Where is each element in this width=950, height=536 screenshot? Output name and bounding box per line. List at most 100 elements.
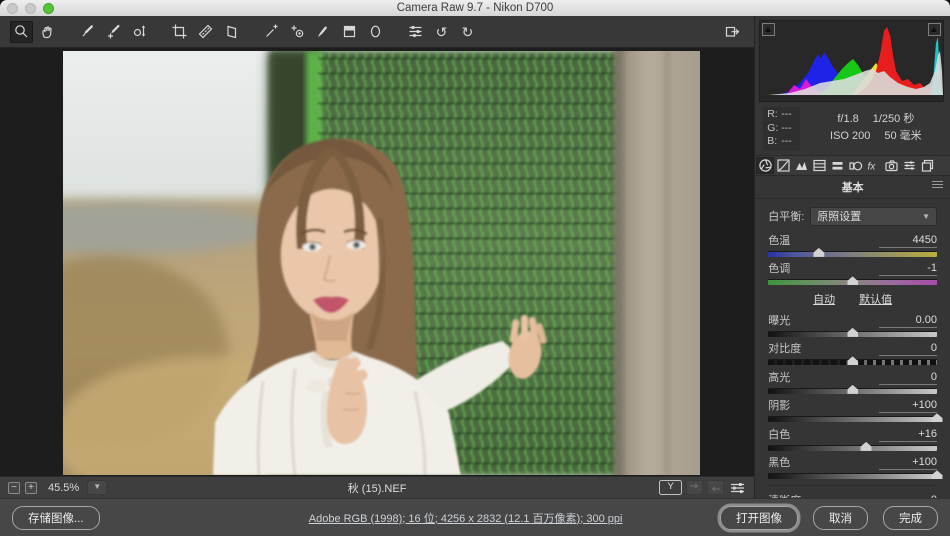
zoom-in-button[interactable]: + [25, 482, 37, 494]
toggle-fullscreen-icon[interactable] [721, 21, 744, 43]
slider-track-whites[interactable] [768, 445, 937, 451]
adjustments-panel: R:--- G:--- B:--- f/1.81/250 秒 ISO 20050… [754, 16, 950, 498]
chevron-down-icon: ▼ [922, 212, 930, 221]
slider-track-highlights[interactable] [768, 388, 937, 394]
tab-effects[interactable]: fx [864, 157, 882, 174]
zoom-select-chevron-icon[interactable]: ▼ [87, 480, 107, 495]
cancel-button[interactable]: 取消 [813, 506, 868, 530]
copy-settings-button[interactable] [707, 480, 724, 495]
straighten-tool-icon[interactable] [194, 21, 217, 43]
white-balance-select[interactable]: 原照设置 ▼ [810, 207, 937, 226]
slider-thumb-contrast[interactable] [847, 356, 858, 365]
slider-thumb-exposure[interactable] [847, 328, 858, 337]
slider-thumb-whites[interactable] [861, 442, 872, 451]
slider-label-highlights: 高光 [768, 372, 790, 385]
slider-value-contrast[interactable]: 0 [879, 342, 937, 356]
tab-snapshots[interactable] [918, 157, 936, 174]
slider-blacks: 黑色 +100 [768, 456, 937, 479]
slider-thumb-tint[interactable] [847, 276, 858, 285]
slider-value-exposure[interactable]: 0.00 [879, 314, 937, 328]
slider-highlights: 高光 0 [768, 371, 937, 394]
slider-thumb-highlights[interactable] [847, 385, 858, 394]
basic-panel-body: 白平衡: 原照设置 ▼ 色温4450 色调 -1 自动 默认值 曝光 0.00 对比度0… [755, 199, 950, 498]
hand-tool-icon[interactable] [36, 21, 59, 43]
targeted-adjustment-tool-icon[interactable] [128, 21, 151, 43]
rotate-left-icon[interactable]: ↺ [430, 21, 453, 43]
slider-value-shadows[interactable]: +100 [879, 399, 937, 413]
default-link[interactable]: 默认值 [859, 291, 892, 307]
slider-value-blacks[interactable]: +100 [879, 456, 937, 470]
white-balance-tool-icon[interactable] [76, 21, 99, 43]
preview-settings-icon[interactable] [728, 480, 746, 495]
slider-value-highlights[interactable]: 0 [879, 371, 937, 385]
slider-label-whites: 白色 [768, 429, 790, 442]
crop-tool-icon[interactable] [168, 21, 191, 43]
slider-track-blacks[interactable] [768, 473, 937, 479]
slider-value-tint[interactable]: -1 [879, 262, 937, 276]
rotate-right-icon[interactable]: ↻ [456, 21, 479, 43]
close-button[interactable] [7, 3, 18, 14]
adjustment-brush-tool-icon[interactable] [312, 21, 335, 43]
auto-link[interactable]: 自动 [813, 291, 835, 307]
tab-tone-curve[interactable] [774, 157, 792, 174]
radial-filter-tool-icon[interactable] [364, 21, 387, 43]
tab-basic[interactable] [756, 157, 774, 174]
panel-menu-icon[interactable] [932, 181, 943, 188]
image-canvas[interactable] [0, 48, 754, 476]
save-image-button[interactable]: 存储图像... [12, 506, 100, 530]
rgb-readout: R:--- G:--- B:--- [763, 107, 800, 150]
traffic-lights [7, 3, 54, 14]
slider-shadows: 阴影 +100 [768, 399, 937, 422]
exif-readout: f/1.81/250 秒 ISO 20050 毫米 [808, 111, 944, 145]
open-image-button[interactable]: 打开图像 [720, 506, 798, 530]
slider-contrast: 对比度0 [768, 342, 937, 365]
minimize-button[interactable] [25, 3, 36, 14]
tab-detail[interactable] [792, 157, 810, 174]
slider-label-shadows: 阴影 [768, 400, 790, 413]
slider-track-exposure[interactable] [768, 331, 937, 337]
tab-split-toning[interactable] [828, 157, 846, 174]
slider-thumb-blacks[interactable] [932, 470, 943, 479]
slider-value-whites[interactable]: +16 [879, 428, 937, 442]
titlebar: Camera Raw 9.7 - Nikon D700 [0, 0, 950, 16]
slider-track-tint[interactable] [768, 279, 937, 285]
camera-raw-window: Camera Raw 9.7 - Nikon D700 [0, 0, 950, 536]
slider-value-temperature[interactable]: 4450 [879, 234, 937, 248]
slider-track-temperature[interactable] [768, 251, 937, 257]
slider-label-blacks: 黑色 [768, 457, 790, 470]
color-sampler-tool-icon[interactable] [102, 21, 125, 43]
panel-title: 基本 [842, 182, 864, 194]
slider-track-contrast[interactable] [768, 359, 937, 365]
slider-thumb-shadows[interactable] [932, 413, 943, 422]
zoom-level: 45.5% [48, 482, 79, 494]
zoom-window-button[interactable] [43, 3, 54, 14]
zoom-tool-icon[interactable] [10, 21, 33, 43]
swap-before-after-button[interactable] [686, 480, 703, 495]
preferences-tool-icon[interactable] [404, 21, 427, 43]
slider-thumb-temperature[interactable] [813, 248, 824, 257]
spot-removal-tool-icon[interactable] [260, 21, 283, 43]
panel-tabs: fx [755, 156, 950, 176]
highlight-clipping-toggle[interactable] [928, 23, 941, 36]
tab-lens-corrections[interactable] [846, 157, 864, 174]
preview-toggle-button[interactable]: Y [659, 480, 682, 495]
shadow-clipping-toggle[interactable] [762, 23, 775, 36]
tab-camera-calibration[interactable] [882, 157, 900, 174]
red-eye-tool-icon[interactable] [286, 21, 309, 43]
slider-label-exposure: 曝光 [768, 315, 790, 328]
white-balance-label: 白平衡: [768, 208, 804, 224]
window-title: Camera Raw 9.7 - Nikon D700 [0, 2, 950, 14]
graduated-filter-tool-icon[interactable] [338, 21, 361, 43]
tab-presets[interactable] [900, 157, 918, 174]
slider-whites: 白色 +16 [768, 428, 937, 451]
transform-tool-icon[interactable] [220, 21, 243, 43]
done-button[interactable]: 完成 [883, 506, 938, 530]
filename: 秋 (15).NEF [0, 480, 754, 496]
slider-temperature: 色温4450 [768, 234, 937, 257]
photo-preview[interactable] [63, 51, 700, 475]
workflow-options-link[interactable]: Adobe RGB (1998); 16 位; 4256 x 2832 (12.… [309, 510, 623, 526]
slider-track-shadows[interactable] [768, 416, 937, 422]
slider-label-tint: 色调 [768, 263, 790, 276]
tab-hsl-grayscale[interactable] [810, 157, 828, 174]
zoom-out-button[interactable]: − [8, 482, 20, 494]
